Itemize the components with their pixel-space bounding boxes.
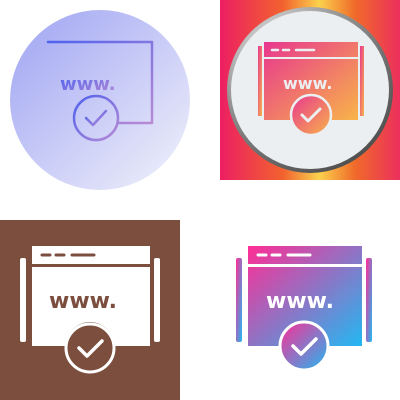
url-text: www.	[283, 74, 332, 93]
icon-tile-line: www.	[0, 0, 200, 200]
check-circle-icon	[64, 322, 116, 374]
background-circle	[10, 10, 190, 190]
check-circle-icon	[278, 320, 330, 372]
web-check-gradient-glyph-icon: www.	[236, 246, 372, 372]
url-text: www.	[49, 289, 117, 314]
icon-tile-gradient-glyph: www.	[220, 220, 400, 400]
web-check-gradient-icon: www.	[220, 0, 400, 180]
web-check-glyph-icon: www.	[0, 220, 180, 400]
check-circle-icon	[289, 93, 333, 137]
web-check-line-icon: www.	[10, 10, 190, 190]
url-text: www.	[60, 74, 116, 95]
icon-tile-glyph: www.	[0, 220, 180, 400]
icon-tile-gradient: www.	[220, 0, 400, 180]
url-text: www.	[266, 289, 334, 314]
